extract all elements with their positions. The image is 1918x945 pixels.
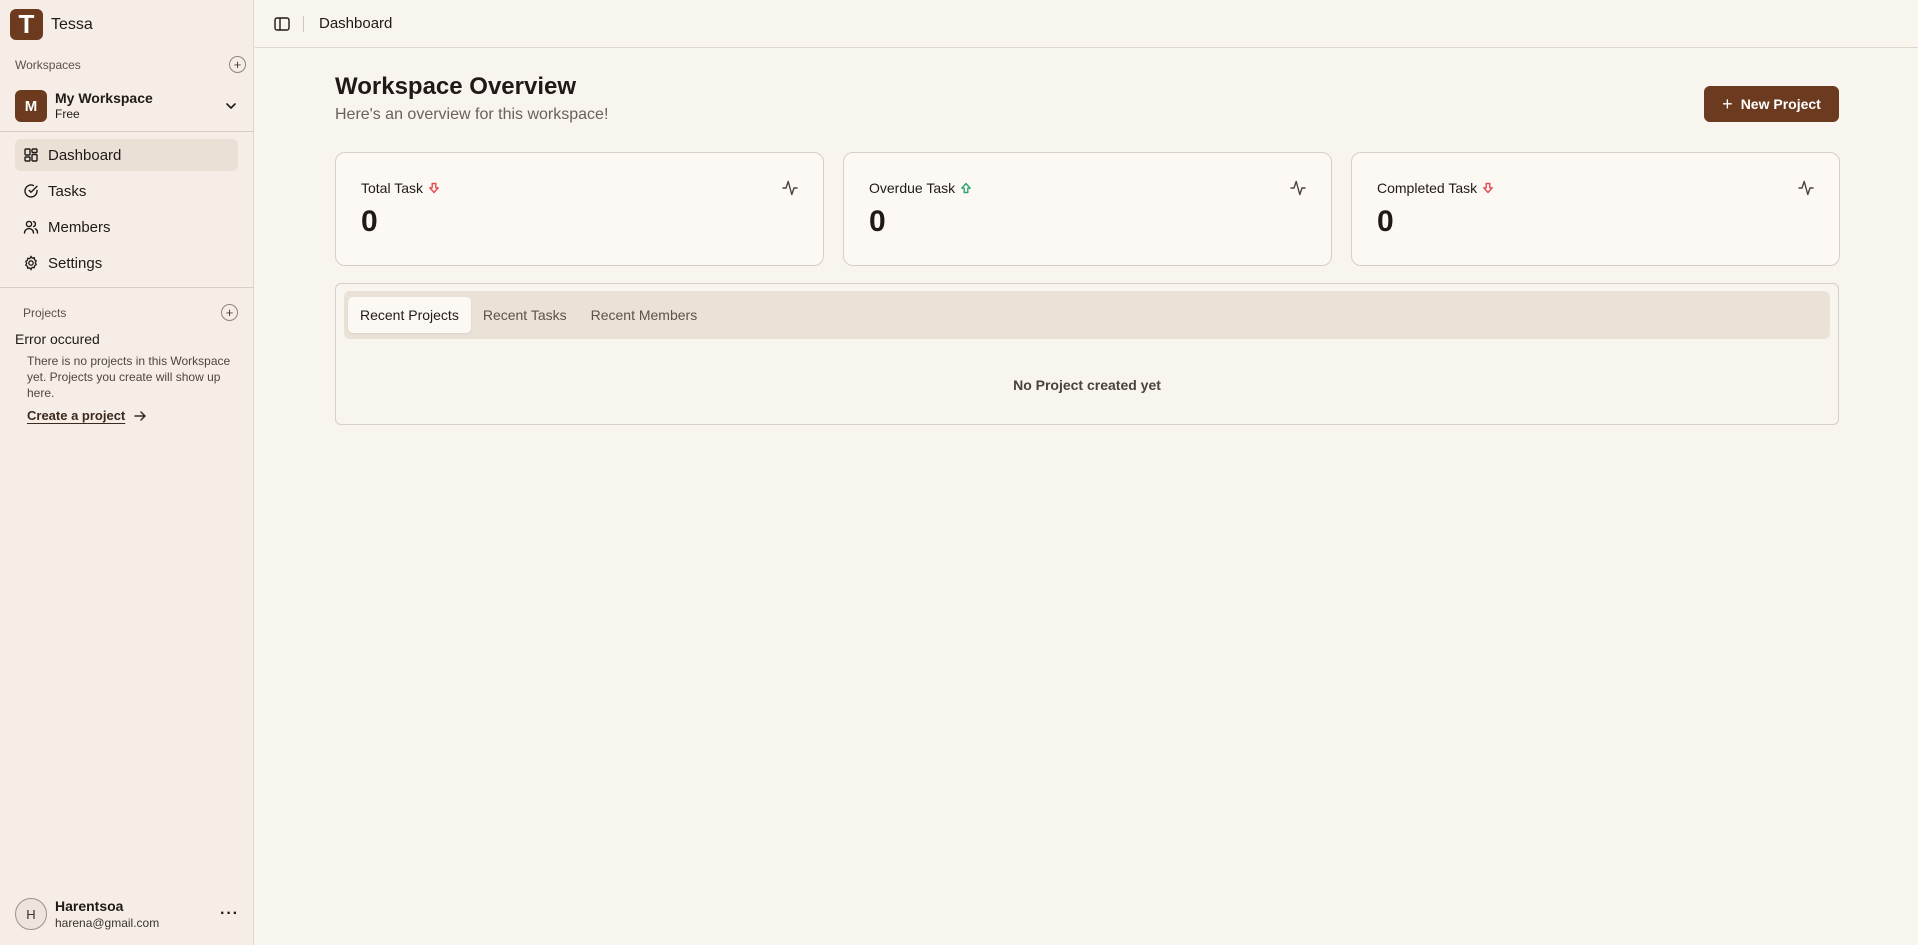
brand[interactable]: T Tessa (10, 9, 93, 40)
breadcrumb: Dashboard (319, 15, 393, 32)
sidebar-toggle-icon[interactable] (273, 15, 291, 33)
empty-state-message: No Project created yet (1013, 377, 1161, 393)
arrow-down-icon (1483, 182, 1494, 194)
projects-error-description: There is no projects in this Workspace y… (27, 354, 231, 400)
stat-card-title: Overdue Task (869, 180, 972, 196)
check-circle-icon (24, 184, 38, 198)
avatar: H (15, 898, 47, 930)
add-project-icon[interactable]: + (221, 304, 238, 321)
sidebar-item-dashboard[interactable]: Dashboard (15, 139, 238, 171)
tab-recent-members[interactable]: Recent Members (579, 297, 710, 333)
stat-value: 0 (361, 205, 378, 238)
sidebar: T Tessa Workspaces + M My Workspace Free… (0, 0, 254, 945)
projects-label: Projects (23, 305, 67, 320)
workspace-name: My Workspace (55, 90, 153, 106)
dashboard-icon (24, 148, 38, 162)
user-menu[interactable]: H Harentsoa harena@gmail.com ··· (15, 896, 239, 932)
gear-icon (24, 255, 38, 271)
stat-card-total-task: Total Task 0 (335, 152, 824, 266)
sidebar-item-label: Tasks (48, 182, 87, 200)
recent-activity-panel: Recent Projects Recent Tasks Recent Memb… (335, 283, 1839, 425)
stat-value: 0 (869, 205, 886, 238)
user-email: harena@gmail.com (55, 915, 160, 930)
chevron-down-icon (226, 103, 236, 109)
arrow-up-icon (961, 182, 972, 194)
sidebar-divider (0, 131, 253, 132)
stat-label: Overdue Task (869, 180, 956, 196)
stat-card-title: Total Task (361, 180, 440, 196)
workspace-switcher[interactable]: M My Workspace Free (15, 88, 239, 124)
workspace-avatar: M (15, 90, 47, 122)
create-project-label: Create a project (27, 408, 126, 423)
workspace-info: My Workspace Free (55, 90, 223, 122)
workspaces-label: Workspaces (15, 57, 81, 72)
tabs-list: Recent Projects Recent Tasks Recent Memb… (344, 291, 1830, 339)
tab-recent-tasks[interactable]: Recent Tasks (471, 297, 579, 333)
stat-card-completed-task: Completed Task 0 (1351, 152, 1840, 266)
new-project-button[interactable]: + New Project (1704, 86, 1839, 122)
projects-error-title: Error occured (15, 331, 100, 347)
projects-header: Projects + (23, 304, 238, 321)
page-subtitle: Here's an overview for this workspace! (335, 106, 609, 123)
tab-recent-projects[interactable]: Recent Projects (348, 297, 471, 333)
more-options-icon[interactable]: ··· (220, 905, 239, 923)
plus-icon: + (1722, 94, 1733, 114)
user-info: Harentsoa harena@gmail.com (55, 898, 220, 931)
create-project-link[interactable]: Create a project (27, 408, 147, 423)
activity-icon (1290, 180, 1306, 196)
top-bar: Dashboard (255, 0, 1918, 48)
topbar-separator (303, 15, 304, 32)
stat-card-overdue-task: Overdue Task 0 (843, 152, 1332, 266)
add-workspace-icon[interactable]: + (229, 56, 246, 73)
sidebar-item-label: Settings (48, 254, 103, 272)
sidebar-divider (0, 287, 253, 288)
stat-value: 0 (1377, 205, 1394, 238)
activity-icon (782, 180, 798, 196)
workspaces-header: Workspaces + (15, 56, 246, 73)
sidebar-item-label: Dashboard (48, 146, 122, 164)
stat-card-title: Completed Task (1377, 180, 1494, 196)
sidebar-item-members[interactable]: Members (15, 211, 238, 243)
app-name: Tessa (51, 15, 93, 33)
user-name: Harentsoa (55, 897, 124, 914)
app-logo: T (10, 9, 43, 40)
new-project-label: New Project (1740, 96, 1821, 112)
arrow-right-icon (134, 410, 147, 421)
stat-label: Completed Task (1377, 180, 1478, 196)
arrow-down-icon (429, 182, 439, 194)
stat-label: Total Task (361, 180, 423, 196)
activity-icon (1798, 180, 1814, 196)
sidebar-item-label: Members (48, 218, 111, 236)
workspace-plan: Free (55, 107, 80, 121)
page-title: Workspace Overview (335, 73, 577, 100)
sidebar-nav: Dashboard Tasks Members Settings (15, 139, 238, 283)
users-icon (23, 220, 39, 234)
sidebar-item-settings[interactable]: Settings (15, 247, 238, 279)
sidebar-item-tasks[interactable]: Tasks (15, 175, 238, 207)
